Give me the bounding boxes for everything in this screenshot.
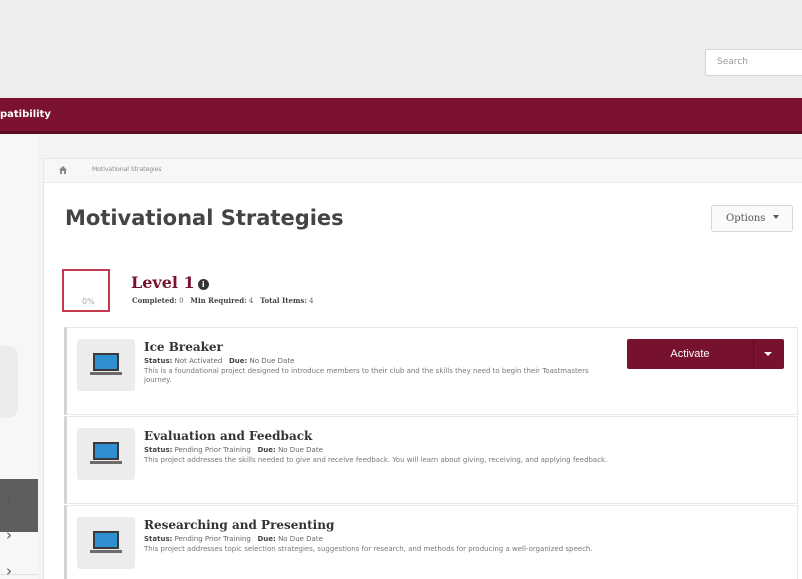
search-input[interactable]: Search	[705, 49, 802, 76]
level-progress-value: 0%	[82, 297, 95, 306]
caret-down-icon	[772, 215, 779, 219]
options-button[interactable]: Options	[711, 205, 793, 232]
chevron-right-icon[interactable]: ›	[6, 526, 12, 544]
completed-label: Completed:	[132, 296, 177, 305]
project-title[interactable]: Researching and Presenting	[144, 518, 334, 532]
page-title: Motivational Strategies	[65, 206, 344, 230]
total-items-value: 4	[309, 297, 314, 305]
project-description: This project addresses the skills needed…	[144, 456, 608, 464]
status-label: Status:	[144, 357, 173, 365]
caret-down-icon[interactable]	[764, 352, 772, 356]
split-divider	[753, 339, 754, 369]
project-thumbnail	[77, 428, 135, 480]
status-value: Pending Prior Training	[174, 446, 251, 454]
project-card-evaluation-feedback[interactable]: Evaluation and Feedback Status: Pending …	[64, 416, 798, 504]
min-required-label: Min Required:	[190, 296, 247, 305]
chevron-right-icon[interactable]: ›	[6, 562, 12, 579]
min-required-value: 4	[248, 297, 254, 305]
due-label: Due:	[257, 535, 276, 543]
project-card-researching-presenting[interactable]: Researching and Presenting Status: Pendi…	[64, 505, 798, 579]
status-label: Status:	[144, 446, 173, 454]
laptop-icon	[90, 442, 122, 464]
top-header: Search	[0, 0, 802, 98]
due-label: Due:	[257, 446, 276, 454]
main-panel: Motivational Strategies Motivational Str…	[43, 158, 802, 579]
status-value: Pending Prior Training	[174, 535, 251, 543]
nav-item-compatibility[interactable]: patibility	[0, 109, 51, 120]
level-title: Level 1i	[131, 273, 209, 292]
main-nav-bar: patibility	[0, 98, 802, 134]
project-status: Status: Not Activated Due: No Due Date	[144, 357, 294, 365]
activate-label: Activate	[670, 348, 710, 360]
level-progress-box: 0%	[62, 269, 110, 312]
due-value: No Due Date	[278, 535, 323, 543]
project-title[interactable]: Evaluation and Feedback	[144, 429, 312, 443]
project-status: Status: Pending Prior Training Due: No D…	[144, 446, 323, 454]
level-title-text: Level 1	[131, 273, 195, 292]
project-card-ice-breaker[interactable]: Ice Breaker Status: Not Activated Due: N…	[64, 327, 798, 415]
project-title[interactable]: Ice Breaker	[144, 340, 223, 354]
home-icon[interactable]	[58, 165, 68, 175]
level-stats: Completed: 0 Min Required: 4 Total Items…	[132, 296, 314, 305]
project-thumbnail	[77, 517, 135, 569]
project-description: This is a foundational project designed …	[144, 367, 589, 384]
left-sidebar: › › ›	[0, 134, 38, 579]
options-label: Options	[726, 213, 766, 224]
activate-button[interactable]: Activate	[627, 339, 784, 369]
status-label: Status:	[144, 535, 173, 543]
due-value: No Due Date	[278, 446, 323, 454]
project-status: Status: Pending Prior Training Due: No D…	[144, 535, 323, 543]
total-items-label: Total Items:	[260, 296, 307, 305]
completed-value: 0	[179, 297, 184, 305]
laptop-icon	[90, 531, 122, 553]
due-label: Due:	[228, 357, 248, 365]
status-value: Not Activated	[174, 357, 223, 365]
project-thumbnail	[77, 339, 135, 391]
project-description: This project addresses topic selection s…	[144, 545, 593, 553]
chevron-right-icon[interactable]: ›	[6, 491, 12, 509]
due-value: No Due Date	[249, 357, 295, 365]
laptop-icon	[90, 353, 122, 375]
sidebar-toggle[interactable]	[0, 346, 18, 418]
breadcrumb: Motivational Strategies	[44, 159, 802, 183]
breadcrumb-current: Motivational Strategies	[92, 166, 162, 173]
info-icon[interactable]: i	[197, 279, 209, 290]
